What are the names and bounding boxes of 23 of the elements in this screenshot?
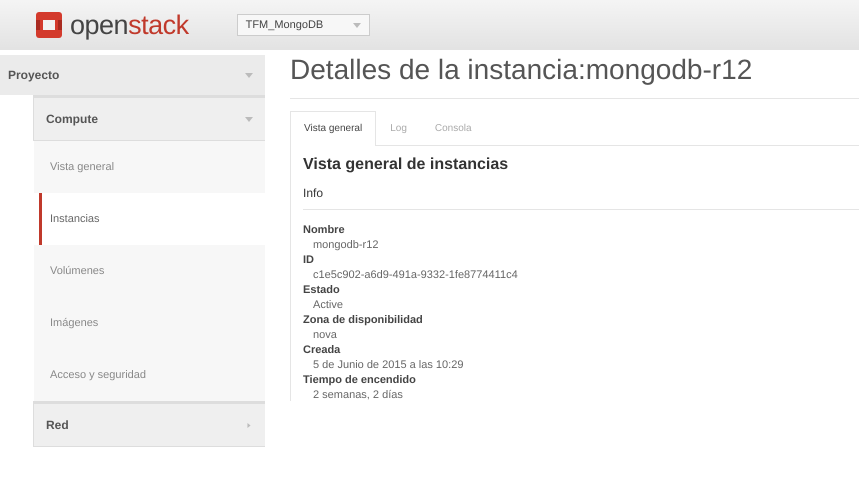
field-label: Estado bbox=[303, 284, 341, 296]
section-title: Vista general de instancias bbox=[303, 156, 510, 174]
field-label: ID bbox=[303, 254, 315, 266]
project-dropdown[interactable]: TFM_MongoDB bbox=[236, 14, 370, 36]
caret-icon bbox=[353, 22, 362, 28]
field-label: Tiempo de encendido bbox=[303, 374, 417, 386]
logo-text: openstack bbox=[70, 10, 189, 40]
field-label: Creada bbox=[303, 344, 342, 356]
tab[interactable]: Vista general bbox=[290, 111, 376, 146]
sidebar-group[interactable]: Red bbox=[34, 401, 265, 447]
logo-icon bbox=[36, 12, 62, 38]
sidebar-header[interactable]: Proyecto bbox=[0, 55, 265, 95]
field-value: mongodb-r12 bbox=[312, 239, 380, 251]
field-value: 5 de Junio de 2015 a las 10:29 bbox=[312, 359, 464, 371]
field-value: c1e5c902-a6d9-491a-9332-1fe8774411c4 bbox=[312, 269, 519, 281]
sidebar-group[interactable]: Compute bbox=[34, 95, 265, 141]
field-value: nova bbox=[312, 329, 338, 341]
field-value: 2 semanas, 2 días bbox=[312, 389, 404, 401]
page-title: Detalles de la instancia:mongodb-r12 bbox=[290, 54, 859, 99]
field-label: Zona de disponibilidad bbox=[303, 314, 424, 326]
field-label: Nombre bbox=[303, 224, 346, 236]
field-value: Active bbox=[312, 299, 344, 311]
subsection-title: Info bbox=[303, 186, 859, 210]
